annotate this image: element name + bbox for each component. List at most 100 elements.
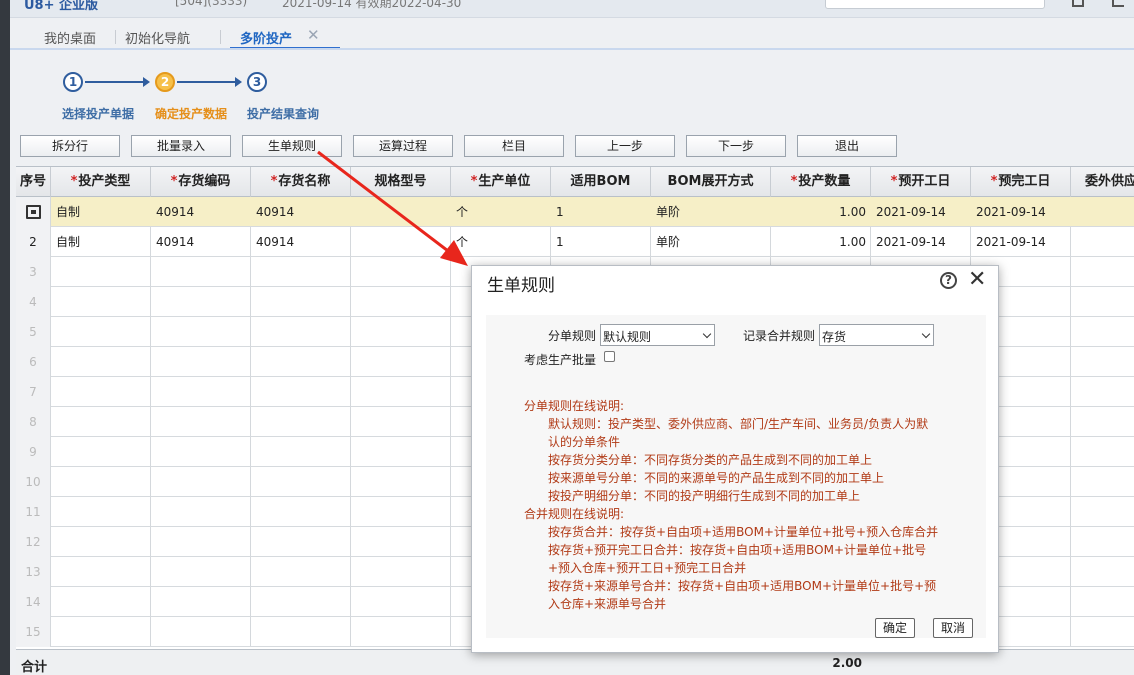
table-row[interactable]: 自制 40914 40914 个 1 单阶 1.00 2021-09-14 20… bbox=[16, 197, 1134, 227]
row-number: 5 bbox=[16, 317, 51, 347]
col-header-bom-expand[interactable]: BOM展开方式 bbox=[651, 167, 771, 197]
tab-multi-level-production[interactable]: 多阶投产 bbox=[240, 28, 292, 47]
desc-line: 合并规则在线说明: bbox=[524, 507, 625, 521]
cell-start-date[interactable]: 2021-09-14 bbox=[871, 197, 971, 227]
chevron-down-icon bbox=[921, 329, 931, 339]
cell-inventory-code[interactable]: 40914 bbox=[151, 197, 251, 227]
col-header-production-unit[interactable]: *生产单位 bbox=[451, 167, 551, 197]
row-number: 14 bbox=[16, 587, 51, 617]
tab-my-desktop[interactable]: 我的桌面 bbox=[44, 28, 96, 47]
left-sidebar-strip bbox=[0, 0, 10, 675]
consider-batch-checkbox[interactable] bbox=[604, 351, 615, 362]
grid-header: 序号 *投产类型 *存货编码 *存货名称 规格型号 *生产单位 适用BOM BO… bbox=[16, 167, 1134, 197]
columns-button[interactable]: 栏目 bbox=[464, 135, 564, 157]
cell-finish-date[interactable]: 2021-09-14 bbox=[971, 197, 1071, 227]
cell-production-unit[interactable]: 个 bbox=[451, 227, 551, 257]
cell-production-unit[interactable]: 个 bbox=[451, 197, 551, 227]
total-label: 合计 bbox=[21, 660, 48, 675]
step-1-icon: 1 bbox=[63, 72, 83, 92]
message-icon[interactable] bbox=[1072, 0, 1084, 7]
row-number bbox=[16, 197, 51, 227]
cell-bom[interactable]: 1 bbox=[551, 197, 651, 227]
row-number: 7 bbox=[16, 377, 51, 407]
cell-spec[interactable] bbox=[351, 197, 451, 227]
settings-icon[interactable] bbox=[1112, 0, 1124, 7]
cell-quantity[interactable]: 1.00 bbox=[771, 197, 871, 227]
dialog-title: 生单规则 bbox=[487, 276, 555, 296]
tab-close-icon[interactable]: ✕ bbox=[307, 26, 320, 44]
desc-line: 入仓库+来源单号合并 bbox=[548, 597, 667, 611]
col-header-row-no[interactable]: 序号 bbox=[16, 167, 51, 197]
col-header-finish-date[interactable]: *预完工日 bbox=[971, 167, 1071, 197]
merge-rule-select[interactable]: 存货 bbox=[819, 324, 934, 346]
cell-production-type[interactable]: 自制 bbox=[51, 197, 151, 227]
batch-entry-button[interactable]: 批量录入 bbox=[131, 135, 231, 157]
row-number: 15 bbox=[16, 617, 51, 647]
step-2-label[interactable]: 确定投产数据 bbox=[155, 105, 227, 122]
order-rule-button[interactable]: 生单规则 bbox=[242, 135, 342, 157]
close-icon[interactable]: ✕ bbox=[968, 267, 986, 293]
col-header-outsource[interactable]: 委外供应 bbox=[1071, 167, 1134, 197]
ok-button[interactable]: 确定 bbox=[875, 618, 915, 638]
chevron-down-icon bbox=[702, 329, 712, 339]
cell-bom-expand[interactable]: 单阶 bbox=[651, 197, 771, 227]
col-header-inventory-code[interactable]: *存货编码 bbox=[151, 167, 251, 197]
account-info: [504](3333) bbox=[175, 0, 248, 8]
step-3-label[interactable]: 投产结果查询 bbox=[247, 105, 319, 122]
cancel-button[interactable]: 取消 bbox=[933, 618, 973, 638]
col-header-inventory-name[interactable]: *存货名称 bbox=[251, 167, 351, 197]
top-header: U8+ 企业版 [504](3333) 2021-09-14 有效期2022-0… bbox=[10, 0, 1134, 18]
exit-button[interactable]: 退出 bbox=[797, 135, 897, 157]
desc-line: 按来源单号分单：不同的来源单号的产品生成到不同的加工单上 bbox=[548, 471, 885, 485]
next-step-button[interactable]: 下一步 bbox=[686, 135, 786, 157]
cell-inventory-code[interactable]: 40914 bbox=[151, 227, 251, 257]
desc-line: 按存货+预开完工日合并：按存货+自由项+适用BOM+计量单位+批号 bbox=[548, 543, 927, 557]
col-header-quantity[interactable]: *投产数量 bbox=[771, 167, 871, 197]
tab-rule bbox=[10, 48, 1134, 50]
step-2-icon: 2 bbox=[155, 72, 175, 92]
desc-line: 按存货分类分单：不同存货分类的产品生成到不同的加工单上 bbox=[548, 453, 873, 467]
desc-line: 认的分单条件 bbox=[548, 435, 621, 449]
row-number: 6 bbox=[16, 347, 51, 377]
help-icon[interactable]: ? bbox=[940, 272, 957, 289]
prev-step-button[interactable]: 上一步 bbox=[575, 135, 675, 157]
split-row-button[interactable]: 拆分行 bbox=[20, 135, 120, 157]
cell-production-type[interactable]: 自制 bbox=[51, 227, 151, 257]
desc-line: +预入仓库+预开工日+预完工日合并 bbox=[548, 561, 747, 575]
table-row[interactable]: 2 自制 40914 40914 个 1 单阶 1.00 2021-09-14 … bbox=[16, 227, 1134, 257]
desc-line: 按存货合并：按存货+自由项+适用BOM+计量单位+批号+预入仓库合并 bbox=[548, 525, 939, 539]
cell-inventory-name[interactable]: 40914 bbox=[251, 197, 351, 227]
cell-start-date[interactable]: 2021-09-14 bbox=[871, 227, 971, 257]
merge-rule-label: 记录合并规则 bbox=[743, 329, 816, 343]
total-quantity: 2.00 bbox=[832, 656, 862, 670]
edit-row-icon[interactable] bbox=[26, 205, 41, 219]
col-header-start-date[interactable]: *预开工日 bbox=[871, 167, 971, 197]
split-rule-select[interactable]: 默认规则 bbox=[600, 324, 715, 346]
col-header-spec[interactable]: 规格型号 bbox=[351, 167, 451, 197]
tab-init-nav[interactable]: 初始化导航 bbox=[125, 28, 190, 47]
step-1-label[interactable]: 选择投产单据 bbox=[62, 105, 134, 122]
step-connector bbox=[85, 81, 143, 83]
calc-process-button[interactable]: 运算过程 bbox=[353, 135, 453, 157]
row-number: 12 bbox=[16, 527, 51, 557]
split-rule-value: 默认规则 bbox=[603, 330, 652, 344]
row-number: 2 bbox=[16, 227, 51, 257]
cell-outsource[interactable] bbox=[1071, 227, 1134, 257]
cell-inventory-name[interactable]: 40914 bbox=[251, 227, 351, 257]
col-header-bom[interactable]: 适用BOM bbox=[551, 167, 651, 197]
cell-spec[interactable] bbox=[351, 227, 451, 257]
consider-batch-label: 考虑生产批量 bbox=[524, 353, 597, 367]
row-number: 9 bbox=[16, 437, 51, 467]
cell-bom[interactable]: 1 bbox=[551, 227, 651, 257]
cell-outsource[interactable] bbox=[1071, 197, 1134, 227]
tab-bar: 我的桌面 初始化导航 多阶投产 ✕ bbox=[10, 18, 1134, 49]
cell-finish-date[interactable]: 2021-09-14 bbox=[971, 227, 1071, 257]
col-header-production-type[interactable]: *投产类型 bbox=[51, 167, 151, 197]
dialog-body: 分单规则 默认规则 记录合并规则 存货 考虑生产批量 分单规则在线说明: 默认规… bbox=[486, 315, 986, 638]
row-number: 8 bbox=[16, 407, 51, 437]
search-input[interactable] bbox=[825, 0, 1045, 9]
arrow-right-icon bbox=[235, 77, 242, 87]
cell-bom-expand[interactable]: 单阶 bbox=[651, 227, 771, 257]
cell-quantity[interactable]: 1.00 bbox=[771, 227, 871, 257]
row-number: 11 bbox=[16, 497, 51, 527]
